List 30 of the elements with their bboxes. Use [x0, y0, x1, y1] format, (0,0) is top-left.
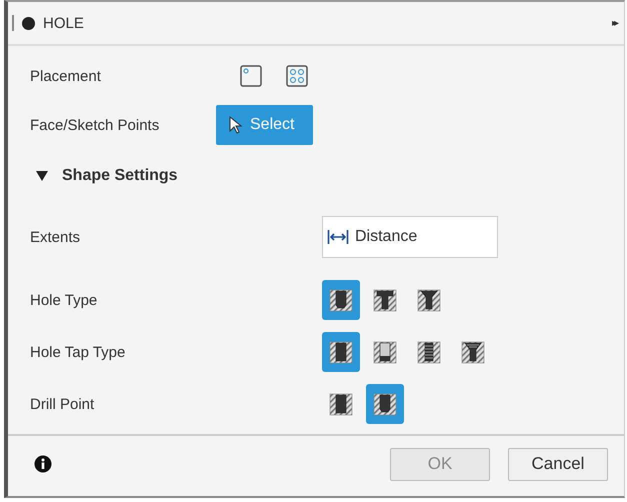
hole-shape-button[interactable] [322, 332, 360, 372]
hole-shape-button[interactable] [366, 384, 404, 424]
collapse-triangle-icon[interactable] [36, 171, 48, 181]
cancel-button[interactable]: Cancel [508, 448, 608, 480]
dialog-title: HOLE [43, 14, 85, 32]
hole-section-icon [461, 339, 485, 365]
section-title: Shape Settings [62, 167, 178, 185]
hole-section-icon [373, 287, 397, 313]
extents-dropdown[interactable]: Distance [322, 216, 498, 258]
pointer-icon [228, 116, 242, 134]
expand-button[interactable]: ▸▸ [612, 17, 616, 29]
placement-label: Placement [30, 68, 102, 84]
option-label: Hole Type [30, 292, 98, 308]
hole-section-icon [373, 339, 397, 365]
hole-section-icon [417, 339, 441, 365]
distance-icon [327, 229, 349, 245]
option-label: Drill Point [30, 396, 96, 412]
extents-label: Extents [30, 228, 82, 246]
hole-section-icon [329, 339, 353, 365]
hole-section-icon [417, 287, 441, 313]
collapse-icon[interactable] [22, 16, 35, 30]
info-icon[interactable] [34, 455, 52, 473]
face-sketch-points-label: Face/Sketch Points [30, 116, 160, 134]
option-label: Hole Tap Type [30, 344, 126, 360]
hole-section-icon [329, 287, 353, 313]
hole-section-icon [329, 391, 353, 417]
multiple-holes-button[interactable] [284, 63, 310, 89]
single-hole-button[interactable] [238, 63, 264, 89]
hole-shape-button[interactable] [322, 280, 360, 320]
hole-section-icon [373, 391, 397, 417]
